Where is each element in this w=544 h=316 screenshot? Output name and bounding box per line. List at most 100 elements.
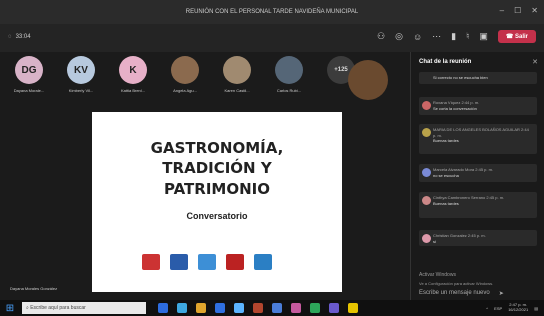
logo-1	[142, 254, 160, 270]
send-icon[interactable]: ➤	[499, 290, 504, 297]
notifications-icon[interactable]: ▤	[534, 306, 538, 311]
clock[interactable]: 2:47 p. m. 16/12/2021	[508, 302, 529, 313]
message-text: si	[433, 238, 436, 244]
toolbar-actions: ⚇ ◎ ☺ ⋯ ▮ ♮ ▣ ☎ Salir	[377, 30, 536, 43]
participant-name: Dayana Morale...	[13, 88, 45, 93]
meeting-timer: ◌ 33:04	[8, 34, 31, 40]
mic-icon[interactable]: ♮	[466, 31, 469, 42]
message-meta: MARIA DE LOS ANGELES BOLAÑOS AGUILAR 2:4…	[433, 127, 533, 138]
avatar	[275, 56, 303, 84]
participant-tile[interactable]: Angela Agu...	[162, 56, 208, 102]
clock-date: 16/12/2021	[508, 307, 529, 312]
close-window-button[interactable]: ✕	[531, 6, 538, 15]
participant-tile[interactable]: DG Dayana Morale...	[6, 56, 52, 102]
taskbar-app-icon[interactable]	[177, 303, 187, 313]
message-text: Se corta la conversación	[433, 105, 477, 111]
participant-name: Angela Agu...	[173, 88, 197, 93]
slide-title-line2: TRADICIÓN Y	[162, 159, 272, 178]
tray-chevron-icon[interactable]: ^	[486, 306, 488, 311]
share-icon[interactable]: ▣	[479, 31, 488, 42]
logo-2	[170, 254, 188, 270]
sender-name: Roxana Víquez	[433, 100, 461, 105]
slide-logos	[142, 254, 272, 270]
shared-slide: GASTRONOMÍA, TRADICIÓN Y PATRIMONIO Conv…	[92, 112, 342, 292]
participant-tile[interactable]: Carlos Rubi...	[266, 56, 312, 102]
more-icon[interactable]: ⋯	[432, 31, 441, 42]
window-controls: – ☐ ✕	[500, 6, 538, 15]
chat-message: Roxana Víquez 2:44 p. m. Se corta la conv…	[419, 97, 537, 115]
reactions-icon[interactable]: ☺	[413, 32, 422, 42]
chat-message: MARIA DE LOS ANGELES BOLAÑOS AGUILAR 2:4…	[419, 124, 537, 154]
taskbar-app-icon[interactable]	[329, 303, 339, 313]
taskbar-app-icon[interactable]	[234, 303, 244, 313]
timer-text: 33:04	[15, 34, 31, 40]
avatar: DG	[15, 56, 43, 84]
window-title: REUNIÓN CON EL PERSONAL TARDE NAVIDEÑA M…	[185, 9, 359, 15]
taskbar-app-icon[interactable]	[348, 303, 358, 313]
chat-message: Christian Gonzalez 2:45 p. m. si	[419, 230, 537, 246]
sender-name: Cinthya Cambronero Serrano	[433, 195, 486, 200]
message-time: 2:45 p. m.	[467, 233, 486, 238]
taskbar-app-icon[interactable]	[158, 303, 168, 313]
message-time: 2:45 p. m.	[475, 167, 494, 172]
message-text: Buenas tardes	[433, 138, 459, 144]
close-icon[interactable]: ✕	[532, 58, 538, 66]
spotlight-video[interactable]	[348, 60, 388, 100]
taskbar-apps	[158, 303, 358, 313]
slide-title: GASTRONOMÍA, TRADICIÓN Y PATRIMONIO	[92, 138, 342, 199]
shield-icon: ◌	[8, 34, 12, 40]
sender-name: Christian Gonzalez	[433, 233, 467, 238]
taskbar-search[interactable]: ⌕ Escribe aquí para buscar	[22, 302, 146, 314]
taskbar-search-text: Escribe aquí para buscar	[30, 305, 86, 311]
taskbar-app-icon[interactable]	[215, 303, 225, 313]
minimize-button[interactable]: –	[500, 6, 504, 15]
participant-name: Carlos Rubi...	[276, 88, 302, 93]
taskbar-app-icon[interactable]	[310, 303, 320, 313]
compose-input[interactable]: Escribe un mensaje nuevo	[419, 290, 490, 297]
maximize-button[interactable]: ☐	[514, 6, 521, 15]
sender-avatar	[422, 196, 431, 205]
chat-message: Si correcto no se escucha bien	[419, 72, 537, 84]
avatar: KV	[67, 56, 95, 84]
participant-strip: DG Dayana Morale... KV Kimberly Vil... K Katt…	[6, 56, 364, 102]
leave-label: Salir	[514, 34, 528, 40]
taskbar-app-icon[interactable]	[196, 303, 206, 313]
chat-panel: Chat de la reunión ✕ Si correcto no se e…	[410, 52, 544, 300]
sender-avatar	[422, 128, 431, 137]
title-bar: REUNIÓN CON EL PERSONAL TARDE NAVIDEÑA M…	[0, 0, 544, 24]
avatar	[171, 56, 199, 84]
presenter-name: Dayana Morales González	[10, 286, 58, 291]
slide-title-line3: PATRIMONIO	[164, 179, 270, 198]
message-time: 2:44 p. m.	[461, 100, 480, 105]
sender-avatar	[422, 234, 431, 243]
logo-5	[254, 254, 272, 270]
sender-avatar	[422, 168, 431, 177]
windows-start-icon[interactable]: ⊞	[4, 302, 16, 314]
lang-indicator[interactable]: ESP	[494, 306, 502, 311]
message-text: Buenas tardes	[433, 200, 459, 206]
chat-message: Cinthya Cambronero Serrano 2:45 p. m. Bue…	[419, 192, 537, 218]
camera-icon[interactable]: ▮	[451, 31, 456, 42]
meeting-toolbar: ◌ 33:04 ⚇ ◎ ☺ ⋯ ▮ ♮ ▣ ☎ Salir	[0, 24, 544, 52]
taskbar-app-icon[interactable]	[272, 303, 282, 313]
chat-message: Marcela Alvarado Mora 2:45 p. m. no se es…	[419, 164, 537, 182]
message-text: no se escucha	[433, 172, 459, 178]
participant-tile[interactable]: K Kattia Brenl...	[110, 56, 156, 102]
taskbar-app-icon[interactable]	[253, 303, 263, 313]
chat-icon[interactable]: ◎	[395, 31, 403, 42]
leave-button[interactable]: ☎ Salir	[497, 30, 536, 43]
participant-tile[interactable]: Karen Castil...	[214, 56, 260, 102]
sender-name: Marcela Alvarado Mora	[433, 167, 475, 172]
participant-tile[interactable]: KV Kimberly Vil...	[58, 56, 104, 102]
message-time: 2:45 p. m.	[486, 195, 505, 200]
people-icon[interactable]: ⚇	[377, 31, 385, 42]
logo-4	[226, 254, 244, 270]
taskbar-app-icon[interactable]	[291, 303, 301, 313]
chat-header: Chat de la reunión	[419, 59, 472, 65]
slide-subtitle: Conversatorio	[186, 210, 248, 221]
message-text: Si correcto no se escucha bien	[433, 75, 488, 80]
participant-name: Karen Castil...	[224, 88, 250, 93]
sender-avatar	[422, 101, 431, 110]
activation-title: Activar Windows	[419, 272, 456, 278]
compose-toolbar: Escribe un mensaje nuevo ➤	[419, 290, 504, 297]
